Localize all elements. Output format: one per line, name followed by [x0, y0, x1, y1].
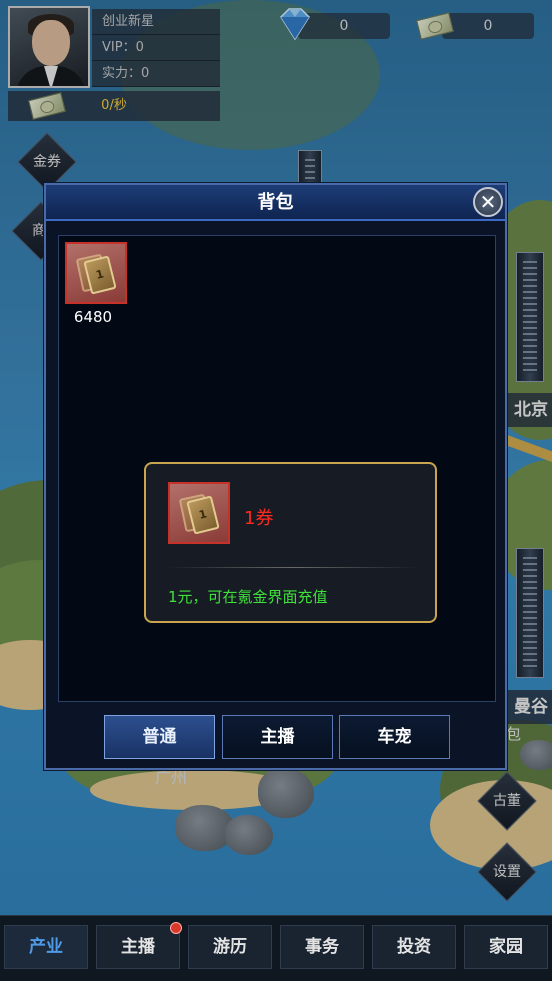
- nav-industry[interactable]: 产业: [4, 925, 88, 969]
- item-tooltip: 1 1券 1元，可在氪金界面充值: [144, 462, 437, 623]
- tab-normal[interactable]: 普通: [104, 715, 215, 759]
- tooltip-description: 1元，可在氪金界面充值: [168, 588, 328, 606]
- tab-car-pet[interactable]: 车宠: [339, 715, 450, 759]
- nav-home[interactable]: 家园: [464, 925, 548, 969]
- close-icon[interactable]: ✕: [473, 187, 503, 217]
- bag-modal: 背包 ✕ 1 6480 1 1券 1元，可在氪金界面充值 普通 主播 车宠: [44, 183, 507, 770]
- nav-travel[interactable]: 游历: [188, 925, 272, 969]
- tooltip-item-name: 1券: [244, 508, 274, 529]
- nav-affairs[interactable]: 事务: [280, 925, 364, 969]
- notification-badge: [170, 922, 182, 934]
- modal-title: 背包: [257, 192, 294, 213]
- bottom-nav: 产业 主播 游历 事务 投资 家园: [0, 915, 552, 981]
- tooltip-divider: [168, 567, 417, 568]
- nav-invest[interactable]: 投资: [372, 925, 456, 969]
- bag-grid: 1 6480 1 1券 1元，可在氪金界面充值: [58, 235, 496, 702]
- nav-streamer[interactable]: 主播: [96, 925, 180, 969]
- tooltip-item-icon: 1: [168, 482, 230, 544]
- tab-streamer[interactable]: 主播: [222, 715, 333, 759]
- bag-item-slot[interactable]: 1: [65, 242, 127, 304]
- modal-header: 背包 ✕: [46, 185, 505, 221]
- bag-item-count: 6480: [73, 308, 113, 326]
